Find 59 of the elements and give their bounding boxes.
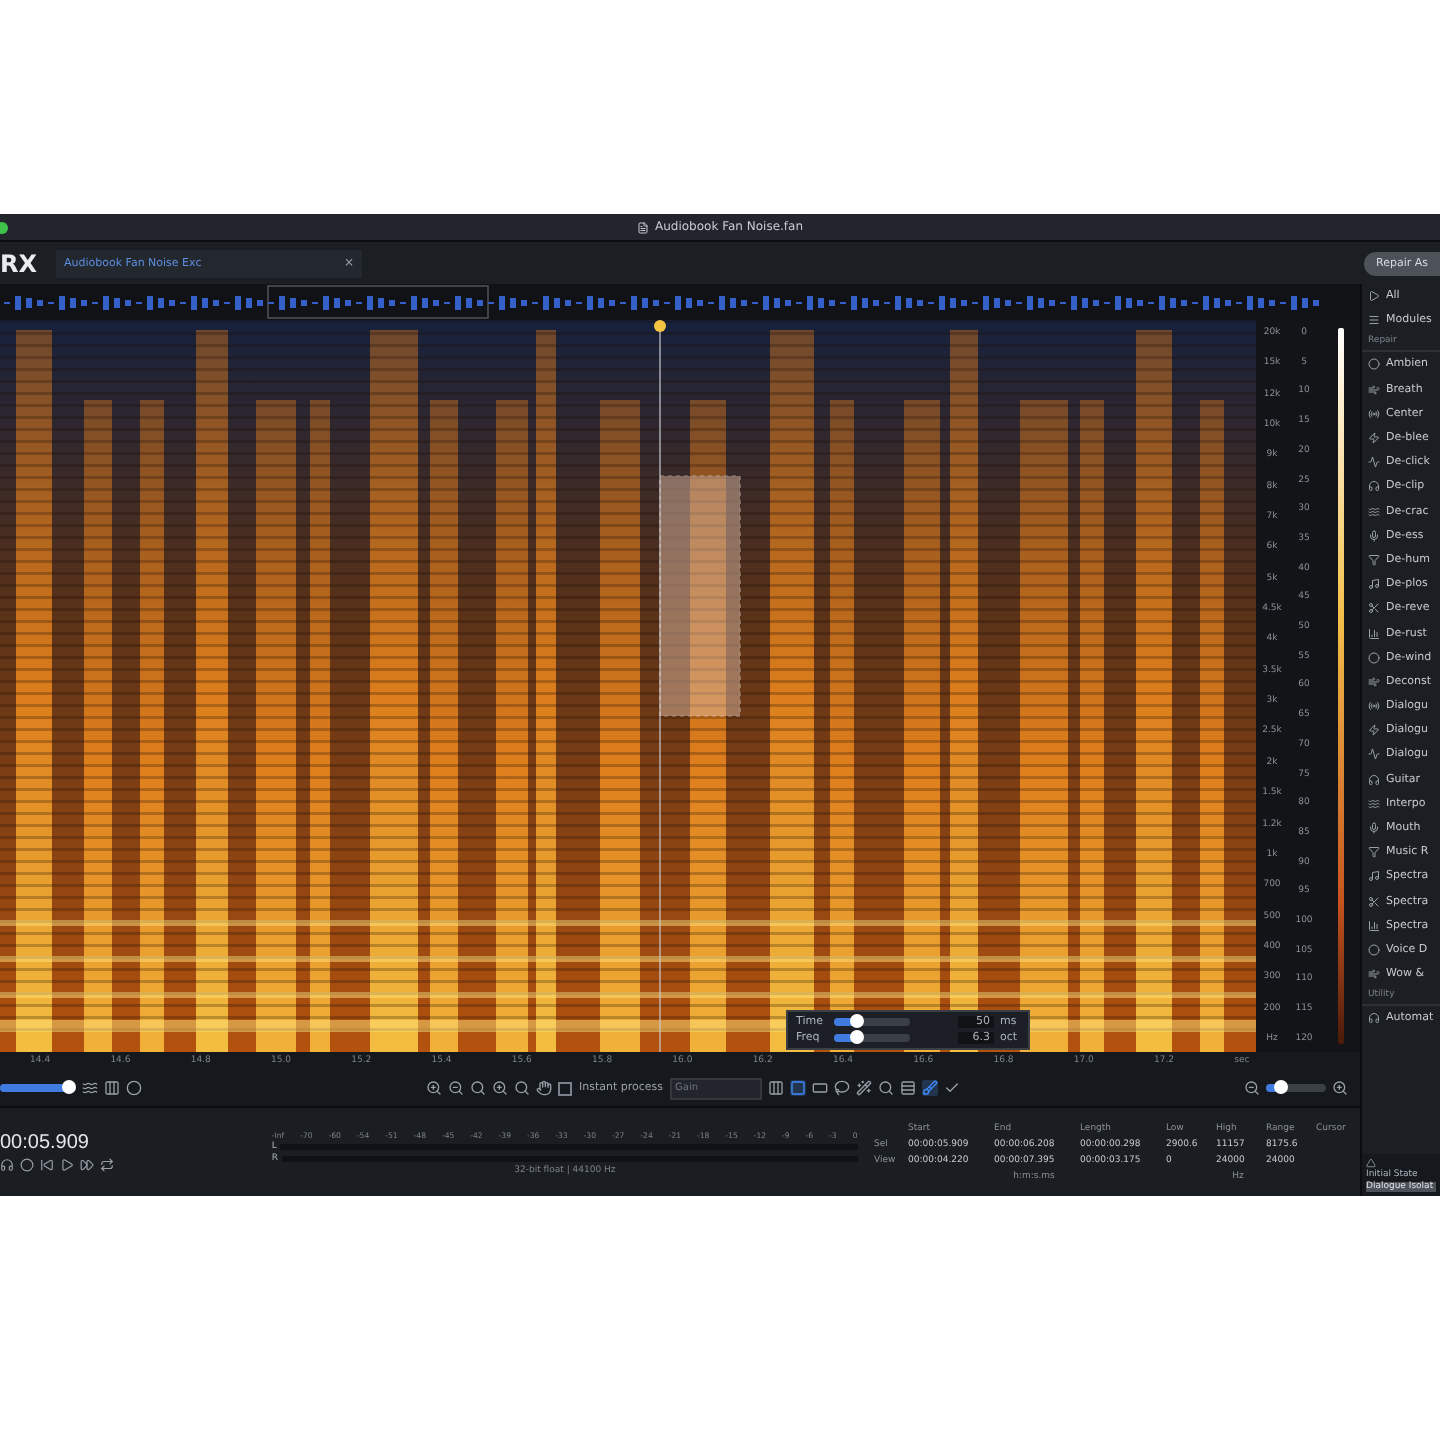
loop-icon[interactable] bbox=[100, 1158, 114, 1172]
app-logo: RX bbox=[0, 249, 39, 277]
checkbox[interactable] bbox=[558, 1081, 573, 1095]
brush-icon[interactable] bbox=[921, 1080, 938, 1096]
module-icon bbox=[1368, 700, 1380, 713]
rows-icon[interactable] bbox=[899, 1080, 916, 1096]
module-icon bbox=[1368, 1012, 1380, 1025]
fast-forward-icon[interactable] bbox=[80, 1158, 94, 1172]
zoom-out-icon[interactable] bbox=[448, 1080, 465, 1096]
module-icon bbox=[1368, 432, 1380, 445]
time-select-icon[interactable] bbox=[767, 1080, 784, 1096]
target-icon[interactable] bbox=[126, 1080, 142, 1096]
zoom-selection-icon[interactable] bbox=[492, 1080, 509, 1096]
module-icon bbox=[1368, 968, 1380, 981]
zoom-in-icon[interactable] bbox=[426, 1080, 443, 1096]
headphones-icon[interactable] bbox=[0, 1158, 14, 1172]
zoom-out-icon[interactable] bbox=[1244, 1080, 1260, 1096]
timecode: 00:05.909 bbox=[0, 1132, 91, 1154]
zoom-in-icon[interactable] bbox=[1332, 1080, 1348, 1096]
slider[interactable] bbox=[1266, 1084, 1326, 1092]
module-icon bbox=[1368, 724, 1380, 737]
grid-icon[interactable] bbox=[104, 1080, 120, 1096]
wand-icon[interactable] bbox=[855, 1080, 872, 1096]
module-icon bbox=[1368, 870, 1380, 883]
skip-back-icon[interactable] bbox=[40, 1158, 54, 1172]
search-icon[interactable] bbox=[514, 1080, 531, 1096]
module-icon bbox=[1368, 553, 1380, 566]
waveform-icon[interactable] bbox=[82, 1080, 98, 1096]
document-icon bbox=[637, 221, 649, 233]
module-icon bbox=[1368, 407, 1380, 420]
module-icon bbox=[1368, 943, 1380, 956]
module-icon bbox=[1368, 602, 1380, 615]
module-icon bbox=[1368, 651, 1380, 664]
module-icon bbox=[1368, 822, 1380, 835]
slider[interactable] bbox=[834, 1018, 910, 1026]
module-icon bbox=[1368, 505, 1380, 518]
slider[interactable] bbox=[0, 1084, 76, 1092]
slider[interactable] bbox=[834, 1034, 910, 1042]
hand-icon[interactable] bbox=[536, 1080, 553, 1096]
zoom-fit-icon[interactable] bbox=[470, 1080, 487, 1096]
module-icon bbox=[1368, 797, 1380, 810]
magnifier-icon[interactable] bbox=[877, 1080, 894, 1096]
module-icon bbox=[1368, 358, 1380, 371]
module-icon bbox=[1368, 675, 1380, 688]
module-icon bbox=[1368, 919, 1380, 932]
module-icon bbox=[1368, 846, 1380, 859]
module-icon bbox=[1368, 895, 1380, 908]
lasso-icon[interactable] bbox=[833, 1080, 850, 1096]
play-icon[interactable] bbox=[1368, 290, 1380, 303]
module-icon bbox=[1368, 383, 1380, 396]
list-icon[interactable] bbox=[1368, 314, 1380, 327]
check-icon[interactable] bbox=[943, 1080, 960, 1096]
module-icon bbox=[1368, 529, 1380, 542]
rectangle-icon[interactable] bbox=[811, 1080, 828, 1096]
record-icon[interactable] bbox=[20, 1158, 34, 1172]
module-icon bbox=[1368, 578, 1380, 591]
play-icon[interactable] bbox=[60, 1158, 74, 1172]
module-icon bbox=[1368, 627, 1380, 640]
square-icon[interactable] bbox=[789, 1080, 806, 1096]
